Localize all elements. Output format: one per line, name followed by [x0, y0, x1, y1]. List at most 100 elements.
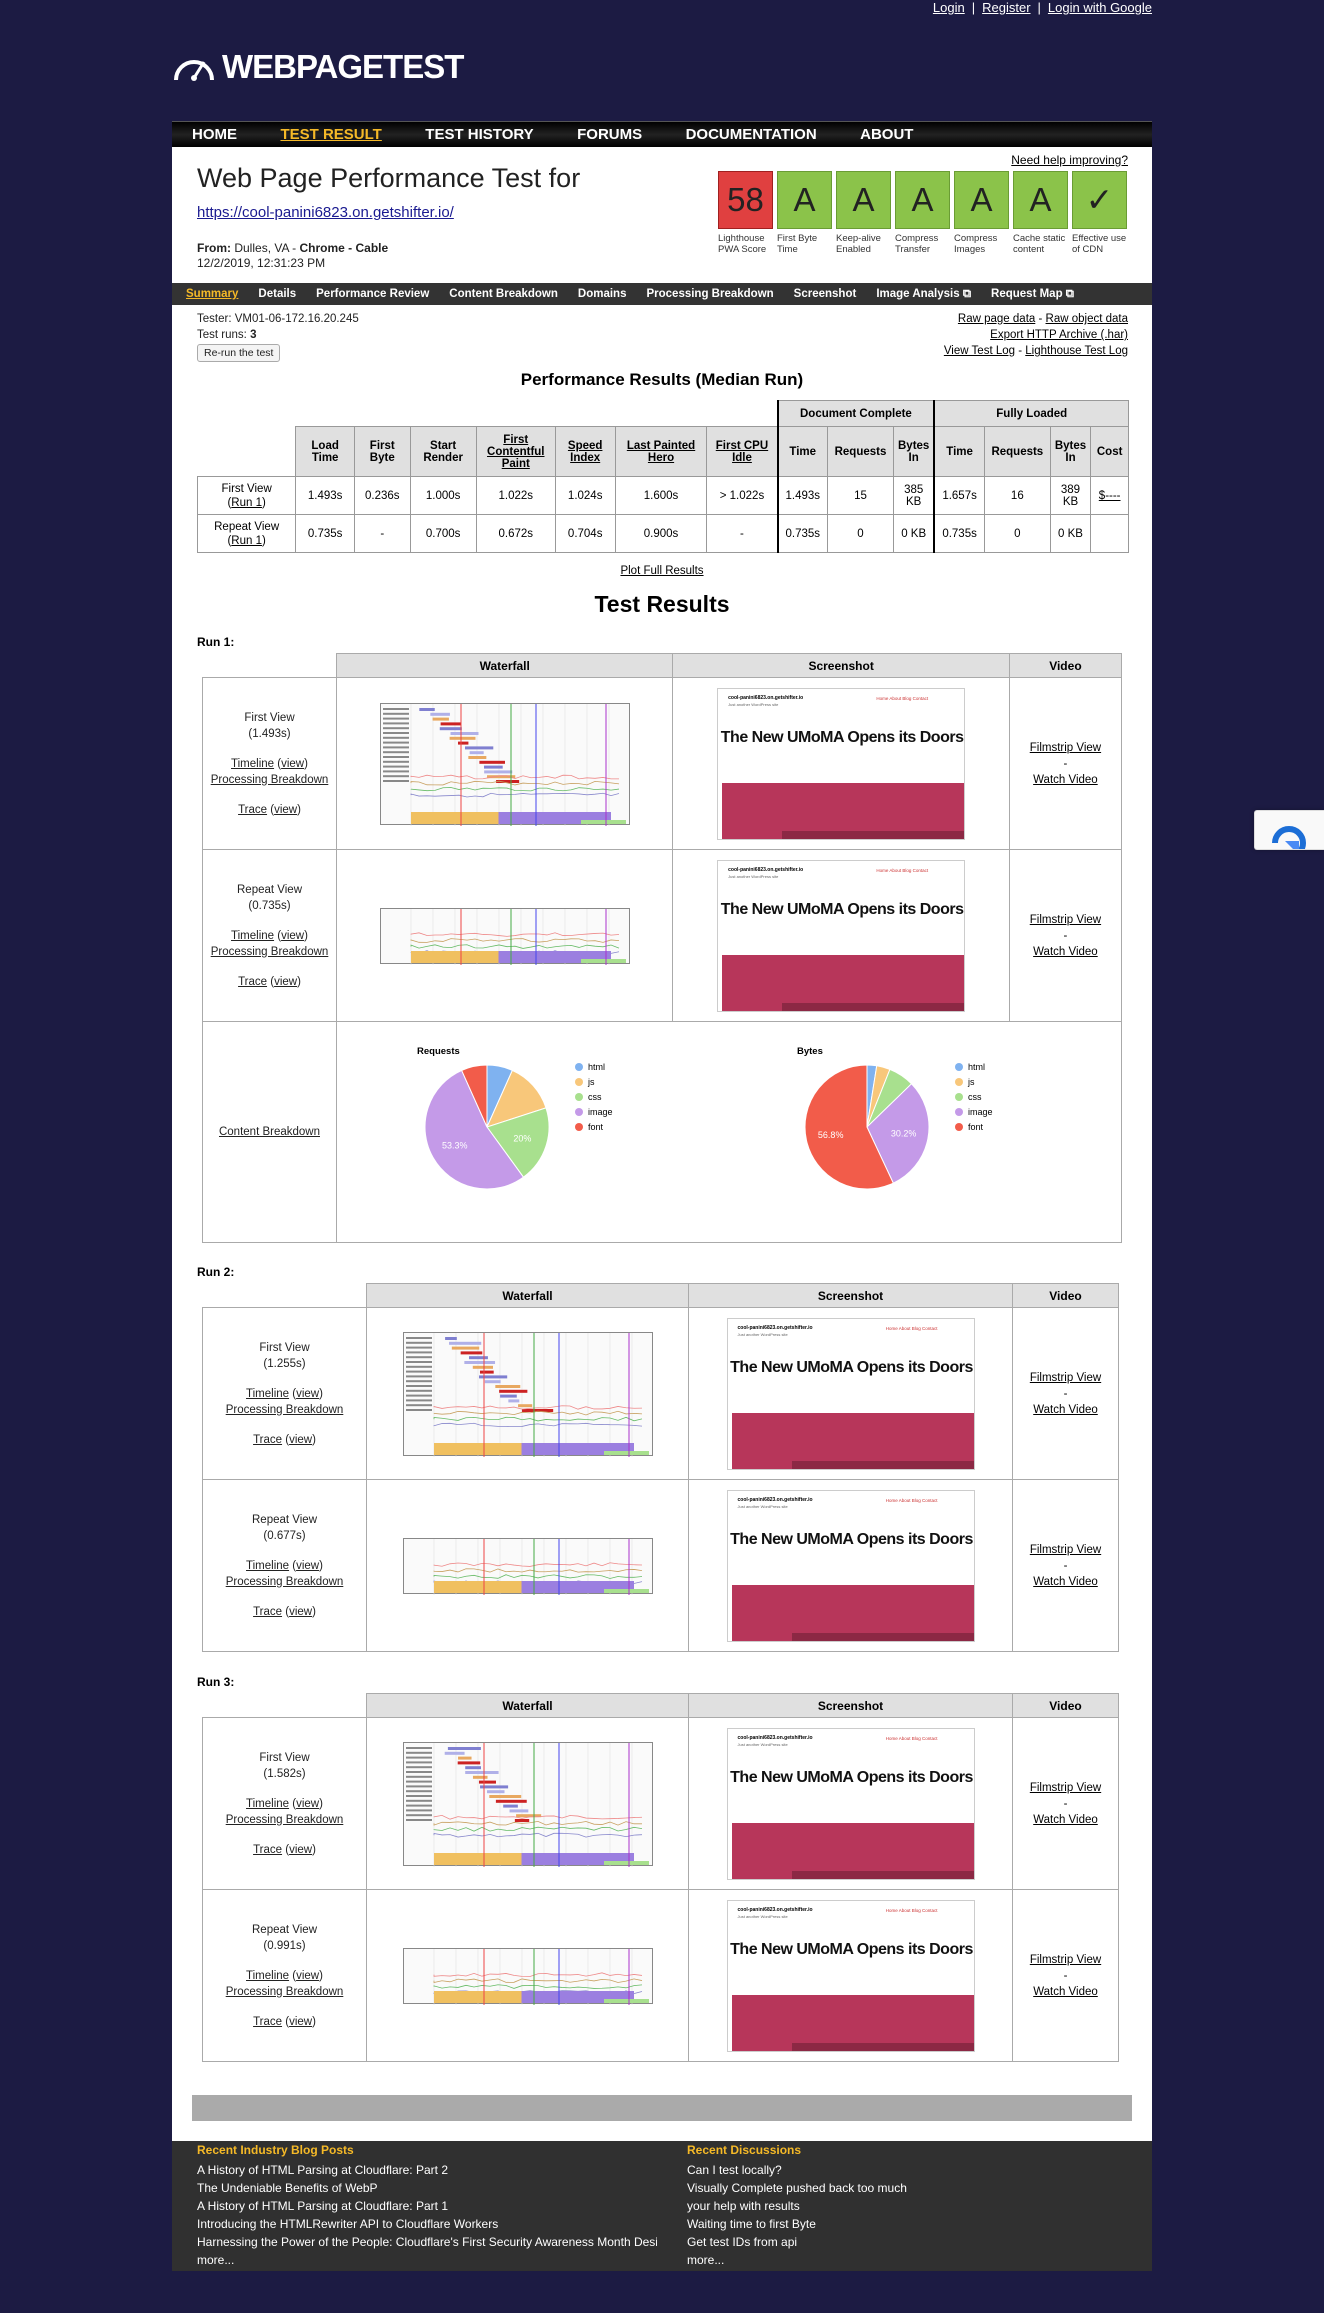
page-screenshot[interactable]: cool-panini6823.on.getshifter.io Just ano… [717, 687, 966, 840]
grade-item[interactable]: A Keep-alive Enabled [836, 171, 891, 255]
timeline-link[interactable]: Timeline [246, 1798, 289, 1810]
waterfall-image[interactable] [379, 702, 630, 826]
blog-more-link[interactable]: more... [197, 2251, 657, 2269]
nav-forums[interactable]: FORUMS [577, 122, 642, 148]
processing-breakdown-link[interactable]: Processing Breakdown [203, 772, 336, 788]
lighthouse-log-link[interactable]: Lighthouse Test Log [1025, 345, 1128, 357]
timeline-view-link[interactable]: view [281, 758, 304, 770]
grade-item[interactable]: 58 Lighthouse PWA Score [718, 171, 773, 255]
timeline-link[interactable]: Timeline [231, 930, 274, 942]
processing-breakdown-link[interactable]: Processing Breakdown [203, 944, 336, 960]
register-link[interactable]: Register [982, 0, 1030, 15]
filmstrip-link[interactable]: Filmstrip View [1013, 1952, 1118, 1968]
watch-video-link[interactable]: Watch Video [1010, 772, 1121, 788]
need-help-link[interactable]: Need help improving? [1011, 153, 1128, 167]
grade-value[interactable]: A [895, 171, 950, 229]
nav-test-result[interactable]: TEST RESULT [280, 122, 381, 148]
watch-video-link[interactable]: Watch Video [1013, 1402, 1118, 1418]
discussions-more-link[interactable]: more... [687, 2251, 1127, 2269]
page-screenshot[interactable]: cool-panini6823.on.getshifter.io Just ano… [726, 1899, 975, 2052]
subnav-item[interactable]: Processing Breakdown [646, 283, 773, 305]
blog-post-link[interactable]: A History of HTML Parsing at Cloudflare:… [197, 2197, 657, 2215]
perf-col-header[interactable]: Last Painted Hero [614, 426, 708, 477]
grade-value[interactable]: A [777, 171, 832, 229]
discussion-link[interactable]: Visually Complete pushed back too much [687, 2179, 1127, 2197]
trace-view-link[interactable]: view [274, 976, 297, 988]
grade-item[interactable]: A First Byte Time [777, 171, 832, 255]
rerun-button[interactable]: Re-run the test [197, 344, 281, 362]
page-screenshot[interactable]: cool-panini6823.on.getshifter.io Just ano… [726, 1489, 975, 1642]
subnav-item[interactable]: Domains [578, 283, 627, 305]
subnav-item[interactable]: Request Map ⧉ [991, 283, 1074, 305]
filmstrip-link[interactable]: Filmstrip View [1010, 740, 1121, 756]
timeline-view-link[interactable]: view [296, 1798, 319, 1810]
plot-full-results-link[interactable]: Plot Full Results [172, 565, 1152, 577]
grade-value[interactable]: A [836, 171, 891, 229]
filmstrip-link[interactable]: Filmstrip View [1013, 1370, 1118, 1386]
watch-video-link[interactable]: Watch Video [1013, 1984, 1118, 2000]
run-link[interactable]: Run 1 [231, 535, 262, 547]
subnav-item[interactable]: Image Analysis ⧉ [876, 283, 971, 305]
content-breakdown-link[interactable]: Content Breakdown [219, 1126, 320, 1138]
trace-view-link[interactable]: view [289, 2016, 312, 2028]
filmstrip-link[interactable]: Filmstrip View [1013, 1780, 1118, 1796]
filmstrip-link[interactable]: Filmstrip View [1013, 1542, 1118, 1558]
nav-documentation[interactable]: DOCUMENTATION [686, 122, 817, 148]
trace-link[interactable]: Trace [253, 2016, 282, 2028]
discussion-link[interactable]: Waiting time to first Byte [687, 2215, 1127, 2233]
page-screenshot[interactable]: cool-panini6823.on.getshifter.io Just ano… [726, 1317, 975, 1470]
grade-item[interactable]: A Compress Images [954, 171, 1009, 255]
test-log-link[interactable]: View Test Log [944, 345, 1015, 357]
trace-link[interactable]: Trace [253, 1434, 282, 1446]
trace-view-link[interactable]: view [289, 1434, 312, 1446]
trace-link[interactable]: Trace [253, 1606, 282, 1618]
perf-cell[interactable]: $---- [1090, 476, 1130, 515]
trace-view-link[interactable]: view [289, 1844, 312, 1856]
blog-post-link[interactable]: Introducing the HTMLRewriter API to Clou… [197, 2215, 657, 2233]
grade-value[interactable]: A [1013, 171, 1068, 229]
grade-item[interactable]: ✓ Effective use of CDN [1072, 171, 1127, 255]
timeline-view-link[interactable]: view [296, 1970, 319, 1982]
watch-video-link[interactable]: Watch Video [1013, 1812, 1118, 1828]
page-screenshot[interactable]: cool-panini6823.on.getshifter.io Just ano… [726, 1727, 975, 1880]
subnav-item[interactable]: Screenshot [794, 283, 857, 305]
grade-value[interactable]: 58 [718, 171, 773, 229]
filmstrip-link[interactable]: Filmstrip View [1010, 912, 1121, 928]
timeline-link[interactable]: Timeline [246, 1388, 289, 1400]
waterfall-image[interactable] [379, 907, 630, 965]
timeline-link[interactable]: Timeline [231, 758, 274, 770]
grade-item[interactable]: A Cache static content [1013, 171, 1068, 255]
run-link[interactable]: Run 1 [231, 497, 262, 509]
login-link[interactable]: Login [933, 0, 965, 15]
tested-url-link[interactable]: https://cool-panini6823.on.getshifter.io… [197, 204, 454, 221]
processing-breakdown-link[interactable]: Processing Breakdown [203, 1812, 366, 1828]
watch-video-link[interactable]: Watch Video [1013, 1574, 1118, 1590]
perf-col-header[interactable]: First Contentful Paint [475, 426, 556, 477]
waterfall-image[interactable] [402, 1537, 653, 1595]
subnav-item[interactable]: Summary [186, 283, 238, 305]
recaptcha-badge[interactable] [1254, 810, 1324, 850]
subnav-item[interactable]: Details [258, 283, 296, 305]
blog-post-link[interactable]: Harnessing the Power of the People: Clou… [197, 2233, 657, 2251]
trace-link[interactable]: Trace [238, 804, 267, 816]
perf-col-header[interactable]: First CPU Idle [706, 426, 778, 477]
grade-value[interactable]: ✓ [1072, 171, 1127, 229]
timeline-link[interactable]: Timeline [246, 1970, 289, 1982]
timeline-view-link[interactable]: view [296, 1388, 319, 1400]
login-google-link[interactable]: Login with Google [1048, 0, 1152, 15]
timeline-link[interactable]: Timeline [246, 1560, 289, 1572]
watch-video-link[interactable]: Watch Video [1010, 944, 1121, 960]
timeline-view-link[interactable]: view [281, 930, 304, 942]
raw-object-link[interactable]: Raw object data [1046, 313, 1128, 325]
subnav-item[interactable]: Performance Review [316, 283, 429, 305]
processing-breakdown-link[interactable]: Processing Breakdown [203, 1984, 366, 2000]
export-har-link[interactable]: Export HTTP Archive (.har) [990, 329, 1128, 341]
raw-page-link[interactable]: Raw page data [958, 313, 1035, 325]
grade-item[interactable]: A Compress Transfer [895, 171, 950, 255]
blog-post-link[interactable]: A History of HTML Parsing at Cloudflare:… [197, 2161, 657, 2179]
waterfall-image[interactable] [402, 1947, 653, 2005]
nav-home[interactable]: HOME [192, 122, 237, 148]
subnav-item[interactable]: Content Breakdown [449, 283, 558, 305]
nav-about[interactable]: ABOUT [860, 122, 913, 148]
processing-breakdown-link[interactable]: Processing Breakdown [203, 1574, 366, 1590]
